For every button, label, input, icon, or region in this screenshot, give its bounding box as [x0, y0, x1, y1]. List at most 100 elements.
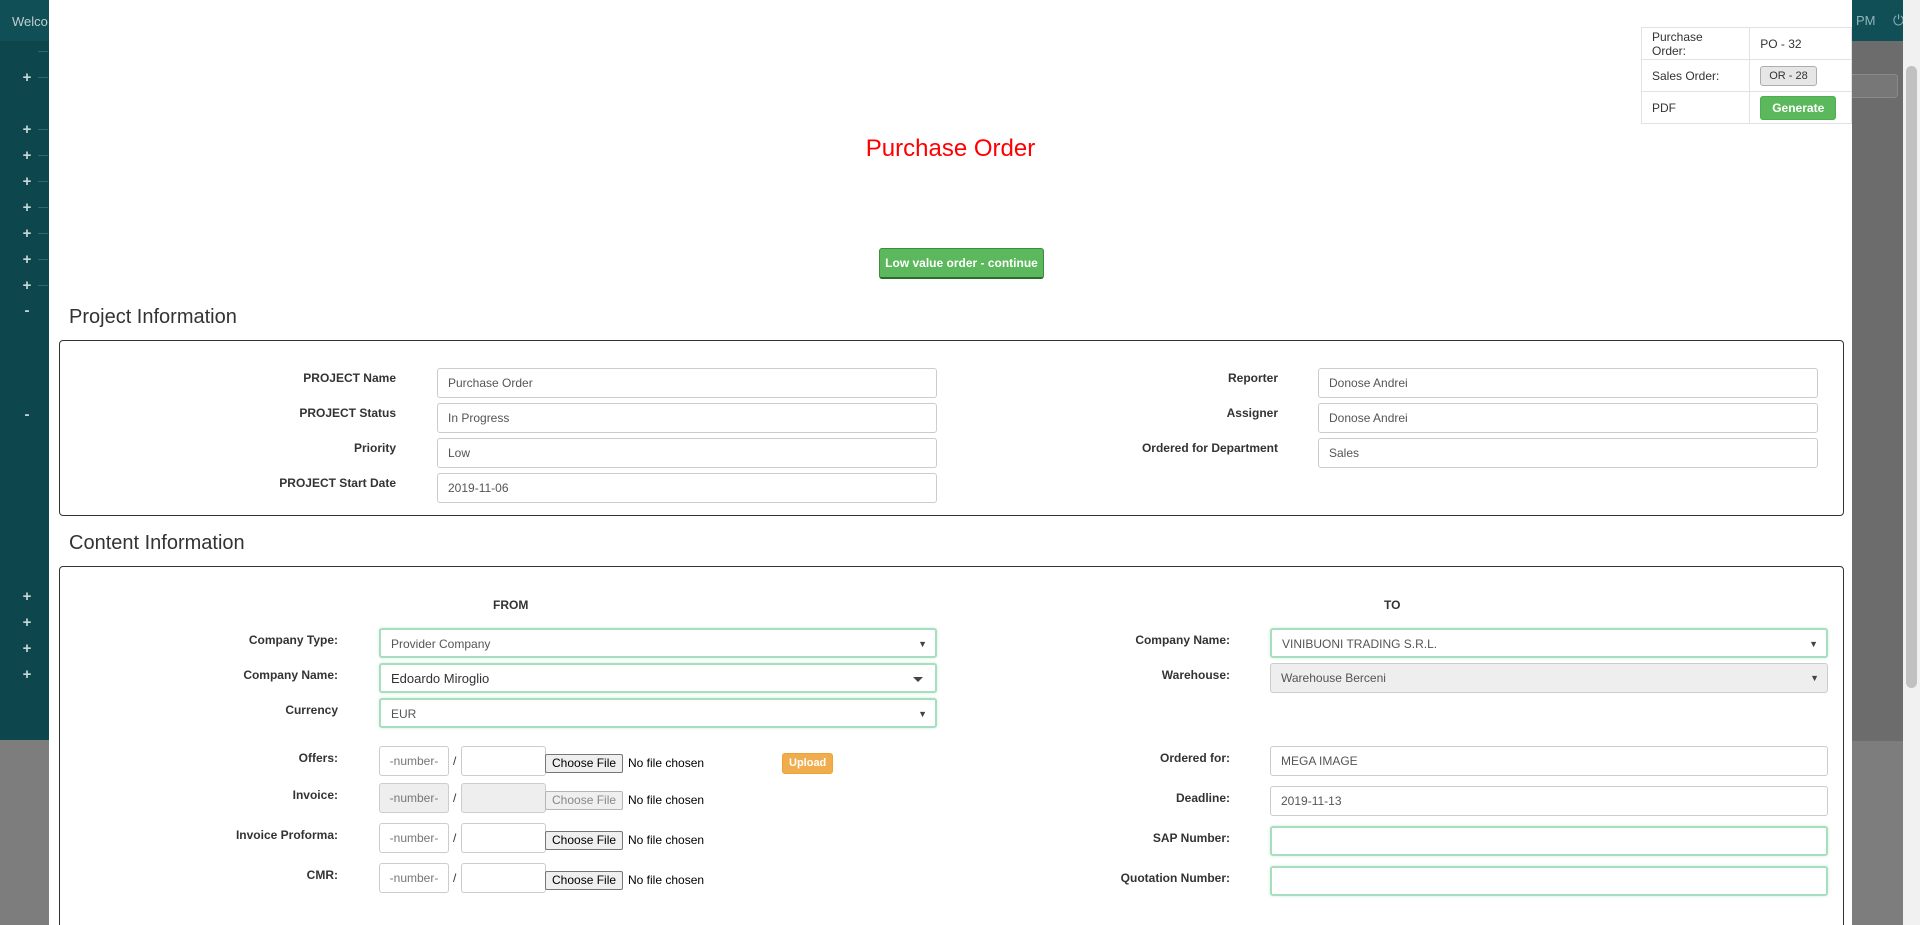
- reporter-field[interactable]: Donose Andrei: [1318, 368, 1818, 398]
- invoice-date-input[interactable]: [461, 783, 546, 813]
- offers-label: Offers:: [298, 751, 338, 765]
- sidebar-divider: [38, 233, 48, 234]
- sidebar-divider: [38, 155, 48, 156]
- from-company-name-value: Edoardo Miroglio: [391, 671, 490, 686]
- project-info-panel: PROJECT Name Purchase Order PROJECT Stat…: [59, 340, 1844, 516]
- company-type-select[interactable]: Provider Company ▼: [379, 628, 937, 658]
- from-company-name-label: Company Name:: [243, 668, 338, 682]
- offers-file-status: No file chosen: [628, 756, 705, 770]
- cmr-slash: /: [453, 871, 457, 885]
- minus-icon[interactable]: -: [20, 406, 34, 423]
- welcome-text: Welco: [12, 14, 48, 29]
- currency-label: Currency: [285, 703, 338, 717]
- sales-order-label: Sales Order:: [1640, 59, 1751, 92]
- cmr-number-input[interactable]: -number-: [379, 863, 449, 893]
- project-name-field[interactable]: Purchase Order: [437, 368, 937, 398]
- to-heading: TO: [1384, 598, 1401, 612]
- cmr-choose-file-button[interactable]: Choose File: [545, 871, 624, 890]
- invoice-proforma-choose-file-button[interactable]: Choose File: [545, 831, 624, 850]
- sidebar-divider: [38, 259, 48, 260]
- project-start-date-field[interactable]: 2019-11-06: [437, 473, 937, 503]
- summary-row: PDF Generate: [1640, 91, 1852, 124]
- cmr-date-input[interactable]: [461, 863, 546, 893]
- minus-icon[interactable]: -: [20, 302, 34, 319]
- dropdown-caret-icon: ▼: [918, 709, 927, 719]
- summary-row: Sales Order: OR - 28: [1640, 59, 1852, 92]
- sidebar-divider: [38, 285, 48, 286]
- project-name-label: PROJECT Name: [303, 371, 396, 385]
- pdf-label: PDF: [1640, 91, 1751, 124]
- quotation-number-label: Quotation Number:: [1120, 871, 1230, 885]
- dropdown-caret-icon: ▼: [1809, 639, 1818, 649]
- summary-row: Purchase Order: PO - 32: [1640, 27, 1852, 60]
- project-status-field[interactable]: In Progress: [437, 403, 937, 433]
- scrollbar-thumb[interactable]: [1906, 66, 1917, 688]
- department-field[interactable]: Sales: [1318, 438, 1818, 468]
- plus-icon[interactable]: +: [20, 614, 34, 631]
- sales-order-button[interactable]: OR - 28: [1760, 65, 1817, 86]
- plus-icon[interactable]: +: [20, 121, 34, 138]
- assigner-field[interactable]: Donose Andrei: [1318, 403, 1818, 433]
- plus-icon[interactable]: +: [20, 199, 34, 216]
- order-summary-table: Purchase Order: PO - 32 Sales Order: OR …: [1640, 27, 1852, 124]
- low-value-order-button[interactable]: Low value order - continue: [879, 248, 1044, 279]
- invoice-number-input[interactable]: -number-: [379, 783, 449, 813]
- plus-icon[interactable]: +: [20, 251, 34, 268]
- content-info-title: Content Information: [69, 532, 245, 554]
- assigner-label: Assigner: [1226, 406, 1278, 420]
- plus-icon[interactable]: +: [20, 173, 34, 190]
- invoice-file-status: No file chosen: [628, 793, 705, 807]
- department-label: Ordered for Department: [1141, 441, 1278, 455]
- invoice-proforma-number-input[interactable]: -number-: [379, 823, 449, 853]
- ordered-for-label: Ordered for:: [1159, 751, 1230, 765]
- invoice-proforma-date-input[interactable]: [461, 823, 546, 853]
- purchase-order-modal: Purchase Order: PO - 32 Sales Order: OR …: [49, 0, 1852, 925]
- app-right-control: [1852, 74, 1898, 98]
- company-type-value: Provider Company: [391, 637, 491, 651]
- sap-number-field[interactable]: [1270, 826, 1828, 856]
- purchase-order-value: PO - 32: [1749, 27, 1852, 60]
- purchase-order-label: Purchase Order:: [1640, 27, 1751, 60]
- deadline-field[interactable]: 2019-11-13: [1270, 786, 1828, 816]
- plus-icon[interactable]: +: [20, 277, 34, 294]
- sap-number-label: SAP Number:: [1152, 831, 1230, 845]
- offers-date-input[interactable]: [461, 746, 546, 776]
- warehouse-select[interactable]: Warehouse Berceni ▼: [1270, 663, 1828, 693]
- time-text: PM: [1856, 13, 1876, 28]
- plus-icon[interactable]: +: [20, 69, 34, 86]
- cmr-file-status: No file chosen: [628, 873, 705, 887]
- sidebar-divider: [38, 77, 48, 78]
- app-sidebar: + + + + + + + + - - + + + +: [0, 41, 49, 740]
- ordered-for-field[interactable]: MEGA IMAGE: [1270, 746, 1828, 776]
- priority-label: Priority: [353, 441, 396, 455]
- offers-number-input[interactable]: -number-: [379, 746, 449, 776]
- reporter-label: Reporter: [1227, 371, 1278, 385]
- plus-icon[interactable]: +: [20, 147, 34, 164]
- generate-cell: Generate: [1749, 91, 1852, 124]
- invoice-proforma-label: Invoice Proforma:: [235, 828, 338, 842]
- invoice-choose-file-button[interactable]: Choose File: [545, 791, 624, 810]
- offers-choose-file-button[interactable]: Choose File: [545, 754, 624, 773]
- from-company-name-select[interactable]: Edoardo Miroglio: [379, 663, 937, 693]
- plus-icon[interactable]: +: [20, 225, 34, 242]
- to-company-name-select[interactable]: VINIBUONI TRADING S.R.L. ▼: [1270, 628, 1828, 658]
- upload-button[interactable]: Upload: [782, 753, 834, 774]
- deadline-label: Deadline:: [1175, 791, 1230, 805]
- sidebar-divider: [38, 51, 48, 52]
- plus-icon[interactable]: +: [20, 666, 34, 683]
- dropdown-caret-icon: [913, 677, 923, 682]
- project-status-label: PROJECT Status: [299, 406, 396, 420]
- content-info-panel: FROM TO Company Type: Provider Company ▼…: [59, 566, 1844, 925]
- sales-order-cell: OR - 28: [1749, 59, 1852, 92]
- sidebar-divider: [38, 129, 48, 130]
- priority-field[interactable]: Low: [437, 438, 937, 468]
- quotation-number-field[interactable]: [1270, 866, 1828, 896]
- currency-select[interactable]: EUR ▼: [379, 698, 937, 728]
- plus-icon[interactable]: +: [20, 588, 34, 605]
- plus-icon[interactable]: +: [20, 640, 34, 657]
- project-start-date-label: PROJECT Start Date: [279, 476, 396, 490]
- sidebar-divider: [38, 207, 48, 208]
- generate-pdf-button[interactable]: Generate: [1760, 95, 1837, 120]
- warehouse-label: Warehouse:: [1161, 668, 1230, 682]
- invoice-label: Invoice:: [292, 788, 338, 802]
